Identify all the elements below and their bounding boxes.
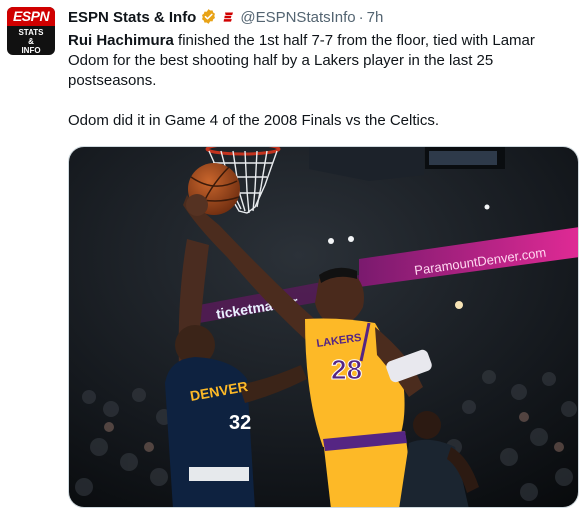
- avatar[interactable]: ESPN STATS & INFO: [7, 7, 55, 55]
- display-name[interactable]: ESPN Stats & Info: [68, 9, 196, 26]
- jersey-denver-number: 32: [229, 412, 251, 434]
- tweet-text: Rui Hachimura finished the 1st half 7-7 …: [68, 31, 568, 131]
- tweet-card[interactable]: ESPN STATS & INFO ESPN Stats & Info @ESPN…: [0, 0, 587, 516]
- basketball-photo: ParamountDenver.com ticketmaster DENVER …: [69, 147, 578, 507]
- tweet-paragraph-2: Odom did it in Game 4 of the 2008 Finals…: [68, 112, 440, 129]
- avatar-espn-logo: ESPN: [7, 7, 55, 26]
- avatar-stats-info: STATS & INFO: [18, 28, 44, 55]
- separator-dot: ·: [358, 9, 364, 26]
- timestamp[interactable]: 7h: [367, 9, 384, 26]
- tweet-photo[interactable]: ParamountDenver.com ticketmaster DENVER …: [68, 146, 579, 508]
- tweet-paragraph-1: Rui Hachimura finished the 1st half 7-7 …: [68, 31, 568, 91]
- tweet-highlight: Rui Hachimura: [68, 32, 174, 49]
- verified-badge-icon[interactable]: [200, 8, 217, 25]
- espn-affiliate-icon[interactable]: [222, 10, 237, 24]
- jersey-lakers-number: 28: [331, 354, 362, 385]
- tweet-header: ESPN Stats & Info @ESPNStatsInfo · 7h: [68, 8, 383, 28]
- account-handle[interactable]: @ESPNStatsInfo: [240, 9, 355, 26]
